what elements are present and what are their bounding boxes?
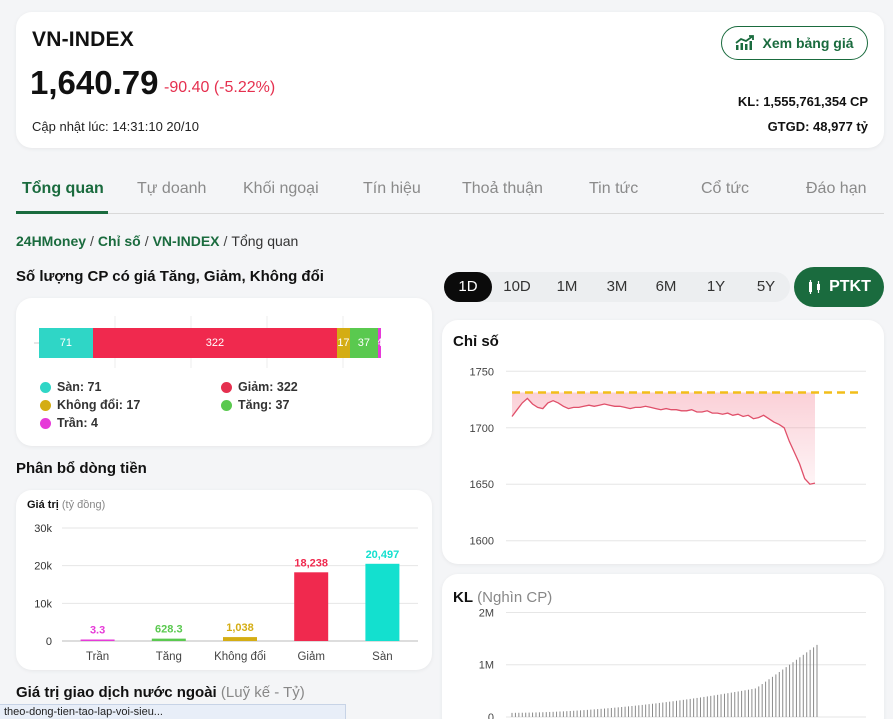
foreign-trade-unit: (Luỹ kế - Tỷ): [220, 684, 305, 701]
volume-ytick: 2M: [479, 607, 494, 619]
index-ytick: 1600: [470, 536, 494, 548]
money-flow-value-label: 1,038: [226, 622, 254, 634]
trend-up-icon: [735, 35, 755, 50]
active-tab-indicator: [16, 211, 108, 214]
money-flow-ytick: 20k: [34, 561, 52, 573]
stock-count-bar: 71 322 17 37 4: [39, 328, 381, 358]
money-flow-category: Không đổi: [214, 651, 266, 663]
tab-news[interactable]: Tin tức: [589, 180, 638, 198]
volume-ytick: 1M: [479, 660, 494, 672]
breadcrumb-index[interactable]: VN-INDEX: [153, 233, 220, 249]
legend-up: Tăng: 37: [221, 398, 289, 412]
money-flow-chart: 0 10k 20k 30k 3.3 Trần 628.3 Tăng 1,038 Không đổi…: [34, 523, 418, 663]
legend-floor: Sàn: 71: [40, 380, 101, 394]
money-flow-category: Trần: [86, 651, 109, 663]
money-flow-value-label: 20,497: [366, 549, 400, 561]
volume-ytick: 0: [488, 712, 494, 719]
volume-chart-card: KL (Nghìn CP) 0 1M 2M: [442, 574, 884, 719]
breadcrumb: 24HMoney / Chỉ số / VN-INDEX / Tổng quan: [16, 233, 299, 249]
count-segment-ceiling: 4: [377, 328, 381, 358]
view-price-board-button[interactable]: Xem bảng giá: [721, 26, 868, 60]
tab-signals[interactable]: Tín hiệu: [363, 180, 421, 198]
tab-foreign[interactable]: Khối ngoại: [243, 180, 319, 198]
tab-dividends[interactable]: Cổ tức: [701, 180, 749, 198]
index-area-fill: [512, 392, 815, 485]
tab-negotiated[interactable]: Thoả thuận: [462, 180, 543, 198]
index-summary-card: VN-INDEX 1,640.79 -90.40 (-5.22%) Cập nh…: [16, 12, 884, 148]
money-flow-value-label: 18,238: [294, 557, 328, 569]
candlestick-icon: [809, 280, 821, 294]
period-1m[interactable]: 1M: [543, 272, 591, 302]
foreign-trade-title: Giá trị giao dịch nước ngoài (Luỹ kế - T…: [16, 684, 305, 701]
money-flow-value-label: 628.3: [155, 624, 183, 636]
money-flow-bar: [80, 639, 115, 641]
money-flow-ytick: 10k: [34, 598, 52, 610]
period-1y[interactable]: 1Y: [692, 272, 740, 302]
count-segment-down: 322: [92, 328, 337, 358]
count-segment-unchanged: 17: [337, 328, 350, 358]
stock-count-title: Số lượng CP có giá Tăng, Giảm, Không đổi: [16, 268, 324, 285]
index-name: VN-INDEX: [32, 28, 134, 51]
trade-value-stat: GTGD: 48,977 tỷ: [767, 119, 868, 134]
money-flow-card: Giá trị (tỷ đồng) 0 10k 20k 30k 3.3 Trần 628.3…: [16, 490, 432, 670]
index-line-chart: 1600 1650 1700 1750: [470, 366, 866, 548]
money-flow-title: Phân bổ dòng tiền: [16, 460, 147, 477]
count-segment-floor: 71: [39, 328, 93, 358]
period-1d[interactable]: 1D: [444, 272, 492, 302]
update-time: Cập nhật lúc: 14:31:10 20/10: [32, 119, 199, 134]
volume-bar-chart: 0 1M 2M: [479, 607, 866, 719]
period-5y[interactable]: 5Y: [742, 272, 790, 302]
breadcrumb-current: Tổng quan: [231, 233, 299, 249]
breadcrumb-home[interactable]: 24HMoney: [16, 233, 86, 249]
period-10d[interactable]: 10D: [493, 272, 541, 302]
money-flow-category: Tăng: [156, 651, 182, 663]
money-flow-category: Giảm: [297, 651, 324, 663]
index-change: -90.40 (-5.22%): [164, 79, 276, 96]
money-flow-bar: [151, 638, 186, 641]
volume-stat: KL: 1,555,761,354 CP: [737, 94, 868, 109]
index-ytick: 1700: [470, 423, 494, 435]
legend-down: Giảm: 322: [221, 380, 298, 394]
status-bar-url: theo-dong-tien-tao-lap-voi-sieu...: [0, 704, 346, 719]
count-segment-up: 37: [349, 328, 378, 358]
money-flow-category: Sàn: [372, 651, 392, 663]
index-ytick: 1650: [470, 479, 494, 491]
stock-count-card: 71 322 17 37 4 Sàn: 71 Giảm: 322 Không đ…: [16, 298, 432, 446]
breadcrumb-category[interactable]: Chỉ số: [98, 233, 141, 249]
index-chart-card: Chỉ số 1600 1650 1700 1750: [442, 320, 884, 564]
legend-unchanged: Không đổi: 17: [40, 398, 140, 412]
period-3m[interactable]: 3M: [593, 272, 641, 302]
tab-bar: Tổng quan Tự doanh Khối ngoại Tín hiệu T…: [16, 168, 884, 214]
tab-maturity[interactable]: Đáo hạn: [806, 180, 867, 198]
money-flow-bar: [294, 572, 329, 641]
technical-analysis-button[interactable]: PTKT: [794, 267, 884, 307]
index-value: 1,640.79: [30, 64, 159, 101]
tab-proprietary[interactable]: Tự doanh: [137, 180, 206, 198]
tab-overview[interactable]: Tổng quan: [22, 180, 104, 198]
period-selector: 1D 10D 1M 3M 6M 1Y 5Y: [444, 272, 790, 302]
view-price-board-label: Xem bảng giá: [762, 35, 854, 51]
money-flow-bar: [223, 637, 257, 641]
money-flow-ytick: 30k: [34, 523, 52, 535]
money-flow-bar: [365, 563, 400, 641]
money-flow-value-label: 3.3: [90, 625, 105, 637]
legend-ceiling: Trần: 4: [40, 416, 98, 430]
period-6m[interactable]: 6M: [642, 272, 690, 302]
index-ytick: 1750: [470, 366, 494, 378]
technical-analysis-label: PTKT: [829, 278, 871, 295]
money-flow-ytick: 0: [46, 636, 52, 648]
